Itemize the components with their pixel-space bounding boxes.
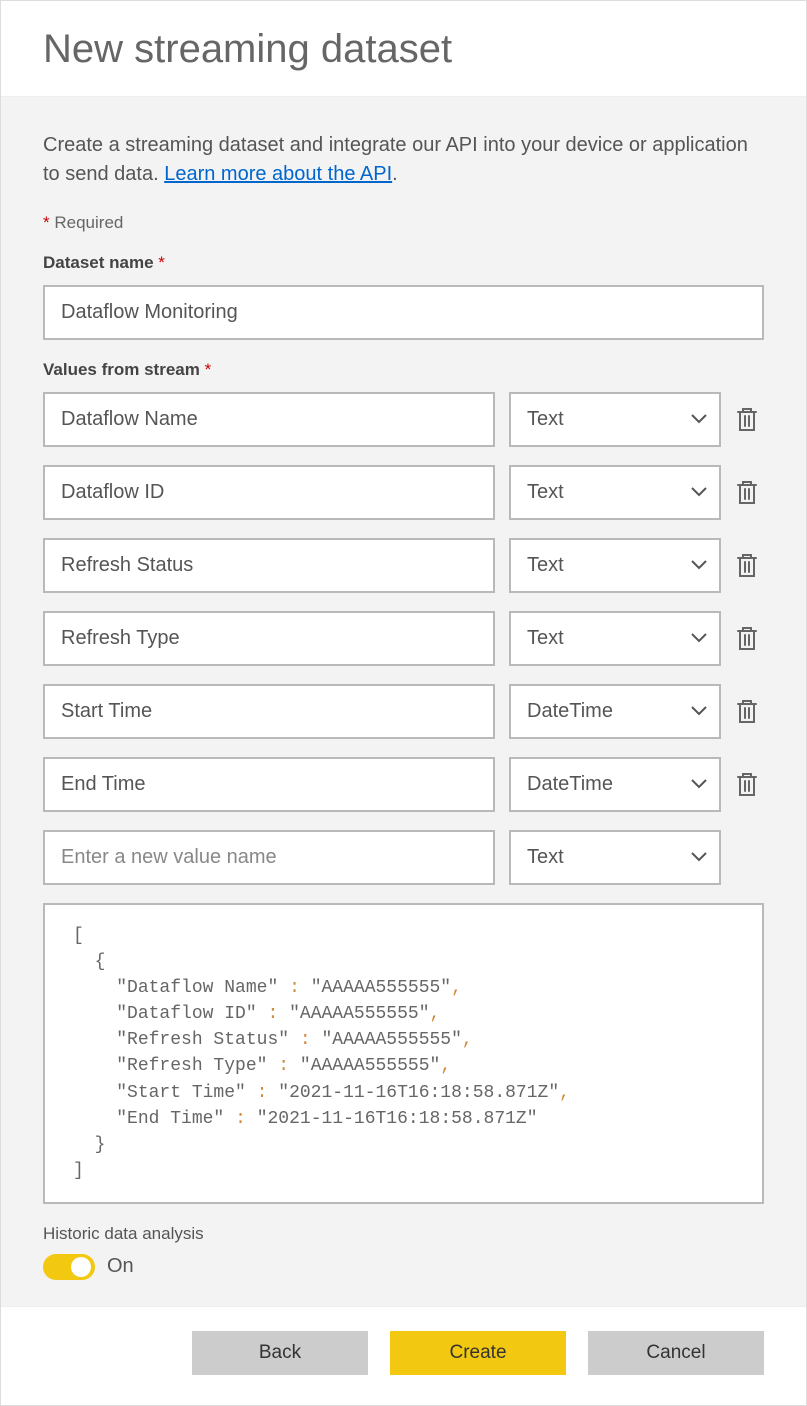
stream-value-type-select[interactable]: Text	[509, 465, 721, 520]
description: Create a streaming dataset and integrate…	[43, 131, 764, 189]
stream-value-type-select[interactable]: DateTime	[509, 757, 721, 812]
required-asterisk: *	[205, 360, 212, 379]
stream-value-name-input[interactable]	[43, 465, 495, 520]
new-value-type-select[interactable]: Text	[509, 830, 721, 885]
dataset-name-input[interactable]	[43, 285, 764, 340]
trash-icon[interactable]	[735, 625, 763, 653]
back-button[interactable]: Back	[192, 1331, 368, 1375]
stream-value-row: Text	[43, 611, 764, 666]
stream-value-type-select[interactable]: DateTime	[509, 684, 721, 739]
required-note: * Required	[43, 213, 764, 233]
select-value: DateTime	[511, 759, 719, 810]
stream-value-rows: Text Text Text Text DateTime DateTime Text	[43, 392, 764, 885]
required-asterisk: *	[43, 213, 50, 232]
stream-value-name-input[interactable]	[43, 538, 495, 593]
learn-more-link[interactable]: Learn more about the API	[164, 163, 392, 185]
select-value: DateTime	[511, 686, 719, 737]
stream-value-type-select[interactable]: Text	[509, 538, 721, 593]
required-label: Required	[54, 213, 123, 232]
trash-icon[interactable]	[735, 771, 763, 799]
dialog-title: New streaming dataset	[43, 27, 764, 72]
stream-value-name-input[interactable]	[43, 757, 495, 812]
stream-value-row: Text	[43, 465, 764, 520]
dialog-footer: Back Create Cancel	[1, 1306, 806, 1405]
select-value: Text	[511, 467, 719, 518]
select-value: Text	[511, 540, 719, 591]
trash-icon[interactable]	[735, 552, 763, 580]
dialog-header: New streaming dataset	[1, 1, 806, 97]
stream-value-name-input[interactable]	[43, 392, 495, 447]
select-value: Text	[511, 394, 719, 445]
historic-state-text: On	[107, 1255, 134, 1278]
dialog-body: Create a streaming dataset and integrate…	[1, 97, 806, 1306]
stream-value-type-select[interactable]: Text	[509, 611, 721, 666]
create-button[interactable]: Create	[390, 1331, 566, 1375]
json-preview: [ { "Dataflow Name" : "AAAAA555555", "Da…	[43, 903, 764, 1204]
select-value: Text	[511, 613, 719, 664]
stream-value-name-input[interactable]	[43, 611, 495, 666]
values-from-stream-label: Values from stream *	[43, 360, 764, 380]
cancel-button[interactable]: Cancel	[588, 1331, 764, 1375]
stream-value-name-input[interactable]	[43, 684, 495, 739]
stream-value-row: DateTime	[43, 757, 764, 812]
toggle-knob	[71, 1257, 91, 1277]
stream-value-type-select[interactable]: Text	[509, 392, 721, 447]
trash-icon[interactable]	[735, 698, 763, 726]
trash-icon[interactable]	[735, 479, 763, 507]
stream-value-row: DateTime	[43, 684, 764, 739]
dataset-name-label: Dataset name *	[43, 253, 764, 273]
select-value: Text	[511, 832, 719, 883]
dialog: New streaming dataset Create a streaming…	[0, 0, 807, 1406]
new-value-name-input[interactable]	[43, 830, 495, 885]
historic-toggle-row: On	[43, 1254, 764, 1280]
stream-value-row: Text	[43, 392, 764, 447]
stream-value-row: Text	[43, 538, 764, 593]
description-suffix: .	[392, 163, 398, 185]
historic-label: Historic data analysis	[43, 1224, 764, 1244]
required-asterisk: *	[158, 253, 165, 272]
historic-toggle[interactable]	[43, 1254, 95, 1280]
trash-icon[interactable]	[735, 406, 763, 434]
stream-value-new-row: Text	[43, 830, 764, 885]
